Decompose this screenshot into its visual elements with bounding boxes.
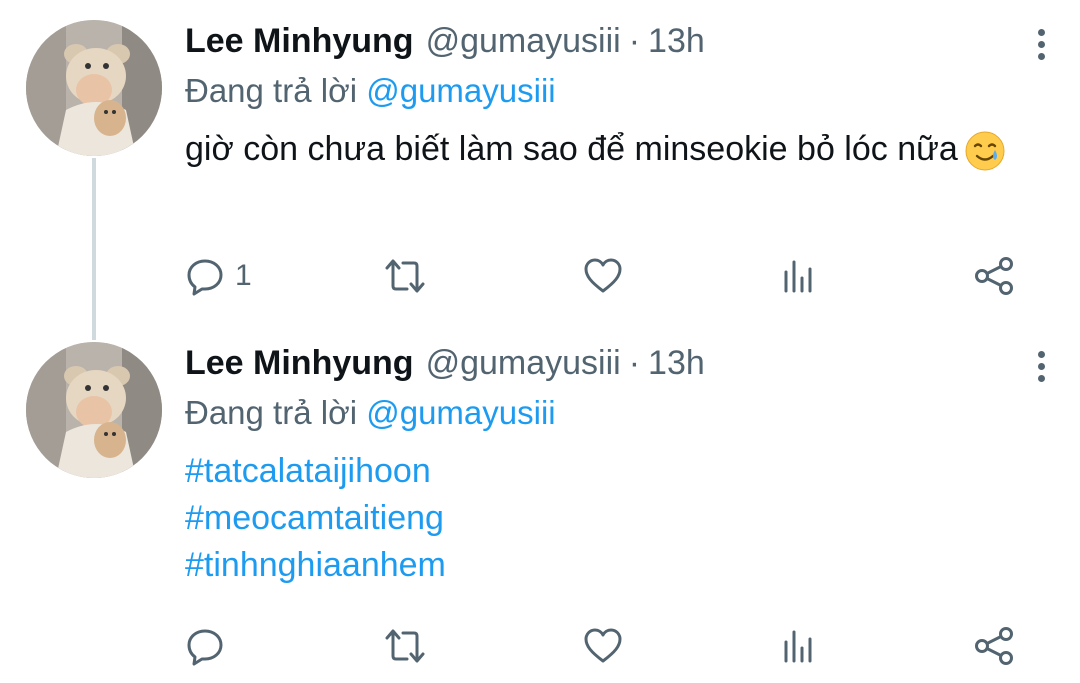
stats-icon [779,626,819,666]
avatar[interactable] [26,20,162,156]
replying-to: Đang trả lời @gumayusiii [185,394,1050,438]
like-button[interactable] [583,624,633,668]
replying-to: Đang trả lời @gumayusiii [185,72,1050,116]
avatar[interactable] [26,342,162,478]
view-stats-button[interactable] [779,624,819,668]
tweet[interactable]: Lee Minhyung @gumayusiii · 13h Đang trả … [0,0,1080,340]
hashtag-link[interactable]: #tatcalataijihoon [185,448,1050,495]
share-icon [973,625,1015,667]
separator: · [628,22,641,60]
reply-button[interactable]: 1 [185,254,252,298]
replying-prefix: Đang trả lời [185,394,358,431]
reply-icon [185,626,225,666]
author-handle[interactable]: @gumayusiii [426,22,621,61]
reply-button[interactable] [185,624,235,668]
view-stats-button[interactable] [779,254,819,298]
reply-icon [185,256,225,296]
tweet-actions [185,624,1025,668]
retweet-button[interactable] [383,624,437,668]
share-icon [973,255,1015,297]
timestamp[interactable]: 13h [648,344,705,383]
tweet-content: Lee Minhyung @gumayusiii · 13h Đang trả … [185,344,1050,589]
tweet-header: Lee Minhyung @gumayusiii · 13h [185,22,1050,66]
share-button[interactable] [973,254,1015,298]
share-button[interactable] [973,624,1015,668]
author-handle[interactable]: @gumayusiii [426,344,621,383]
like-icon [583,626,623,666]
smiling-face-with-tear-icon [964,130,1006,172]
replying-prefix: Đang trả lời [185,72,358,109]
author-name[interactable]: Lee Minhyung [185,22,414,61]
like-button[interactable] [583,254,633,298]
tweet-hashtags: #tatcalataijihoon #meocamtaitieng #tinhn… [185,448,1050,589]
separator: · [628,344,641,382]
replying-to-mention[interactable]: @gumayusiii [366,394,555,431]
hashtag-link[interactable]: #tinhnghiaanhem [185,542,1050,589]
tweet-header: Lee Minhyung @gumayusiii · 13h [185,344,1050,388]
retweet-icon [383,626,427,666]
like-icon [583,256,623,296]
tweet-text-content: giờ còn chưa biết làm sao để minseokie b… [185,130,958,168]
tweet-text: giờ còn chưa biết làm sao để minseokie b… [185,126,1050,172]
retweet-icon [383,256,427,296]
reply-count: 1 [235,259,252,292]
timestamp[interactable]: 13h [648,22,705,61]
tweet-actions: 1 [185,254,1025,298]
tweet[interactable]: Lee Minhyung @gumayusiii · 13h Đang trả … [0,330,1080,683]
stats-icon [779,256,819,296]
retweet-button[interactable] [383,254,437,298]
hashtag-link[interactable]: #meocamtaitieng [185,495,1050,542]
author-name[interactable]: Lee Minhyung [185,344,414,383]
tweet-content: Lee Minhyung @gumayusiii · 13h Đang trả … [185,22,1050,172]
replying-to-mention[interactable]: @gumayusiii [366,72,555,109]
